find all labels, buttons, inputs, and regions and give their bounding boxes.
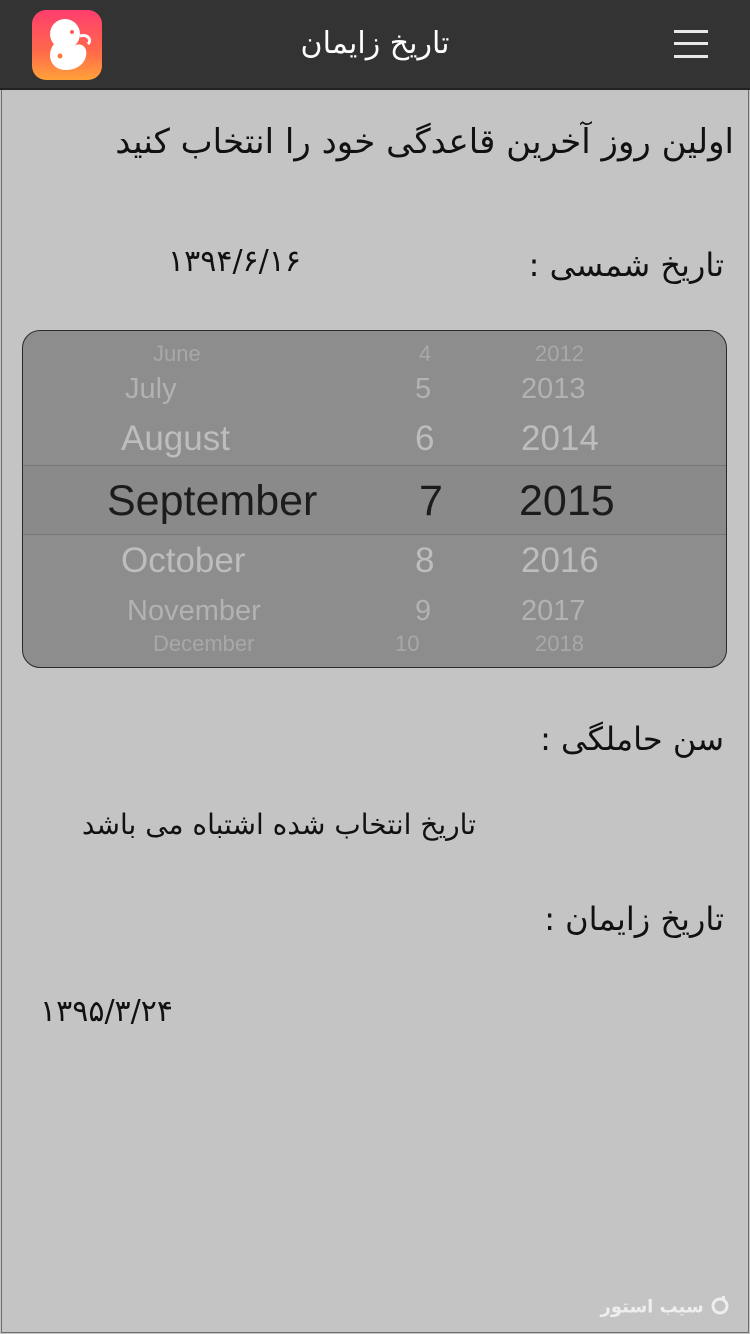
picker-day-option[interactable]: 9: [415, 595, 431, 628]
picker-month-option[interactable]: June: [153, 341, 201, 367]
picker-day-option[interactable]: 10: [395, 631, 419, 657]
picker-month-selected[interactable]: September: [107, 477, 317, 526]
picker-year-selected[interactable]: 2015: [519, 477, 615, 526]
picker-day-option[interactable]: 6: [415, 419, 434, 459]
due-date-value: ۱۳۹۵/۳/۲۴: [40, 994, 174, 1029]
apple-store-icon: [710, 1295, 730, 1320]
solar-date-label: تاریخ شمسی :: [528, 246, 724, 284]
picker-day-option[interactable]: 8: [415, 541, 434, 581]
gestational-age-label: سن حاملگی :: [540, 720, 724, 758]
instruction-text: اولین روز آخرین قاعدگی خود را انتخاب کنی…: [115, 122, 734, 162]
app-header: تاریخ زایمان: [0, 0, 750, 90]
picker-year-option[interactable]: 2018: [535, 631, 584, 657]
picker-month-option[interactable]: July: [125, 373, 177, 406]
page-title: تاریخ زایمان: [300, 26, 450, 61]
picker-year-option[interactable]: 2017: [521, 595, 586, 628]
app-logo-icon: [32, 10, 102, 80]
solar-date-value: ۱۳۹۴/۶/۱۶: [168, 244, 302, 279]
watermark: سیب استور: [600, 1295, 730, 1320]
date-picker[interactable]: June July August September October Novem…: [22, 330, 727, 668]
picker-month-option[interactable]: October: [121, 541, 246, 581]
picker-month-option[interactable]: August: [121, 419, 230, 459]
picker-year-option[interactable]: 2016: [521, 541, 599, 581]
picker-month-option[interactable]: November: [127, 595, 261, 628]
picker-year-option[interactable]: 2014: [521, 419, 599, 459]
due-date-label: تاریخ زایمان :: [544, 900, 724, 938]
picker-year-option[interactable]: 2013: [521, 373, 586, 406]
hamburger-menu-icon[interactable]: [670, 26, 712, 62]
picker-year-option[interactable]: 2012: [535, 341, 584, 367]
picker-day-selected[interactable]: 7: [419, 477, 443, 526]
watermark-text: سیب استور: [600, 1296, 704, 1318]
picker-day-option[interactable]: 4: [419, 341, 431, 367]
gestational-age-value: تاریخ انتخاب شده اشتباه می باشد: [81, 808, 476, 841]
picker-day-option[interactable]: 5: [415, 373, 431, 406]
picker-month-option[interactable]: December: [153, 631, 254, 657]
